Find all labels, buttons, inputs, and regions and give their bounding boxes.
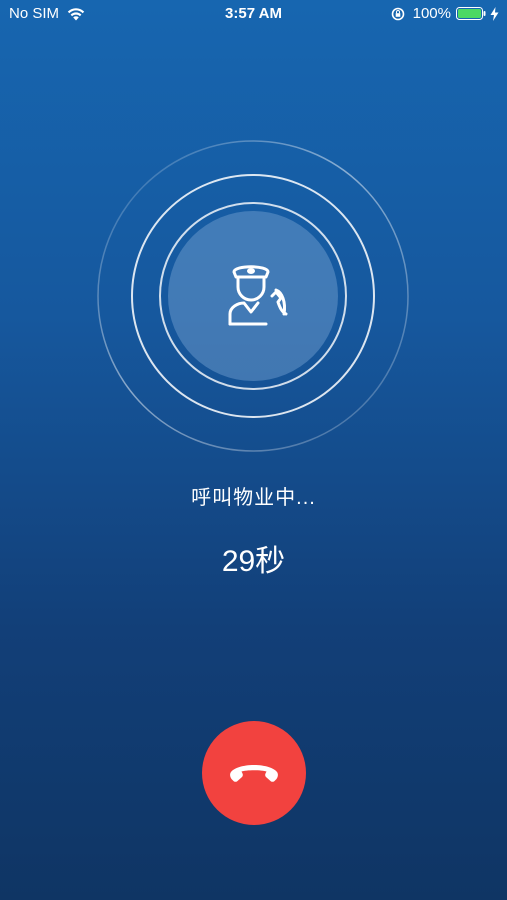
hangup-button[interactable] [202,721,306,825]
call-timer: 29秒 [221,545,286,578]
call-status-text: 呼叫物业中... [191,487,316,509]
phone-hangup-icon [230,765,278,782]
security-guard-phone-icon [228,265,288,326]
